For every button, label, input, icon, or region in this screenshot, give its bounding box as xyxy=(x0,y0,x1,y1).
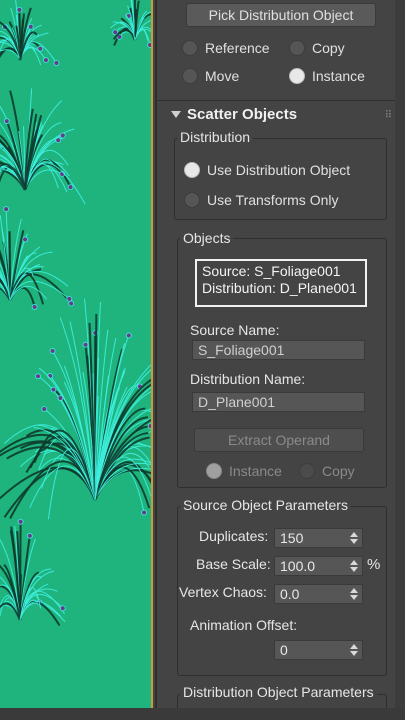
radio-reference[interactable]: Reference xyxy=(182,40,270,56)
animation-offset-spinner[interactable]: 0 xyxy=(274,640,363,660)
distribution-group-title: Distribution xyxy=(177,129,254,145)
foliage-bush xyxy=(0,88,86,205)
distribution-name-field[interactable]: D_Plane001 xyxy=(192,392,365,412)
command-panel: Pick Distribution Object Reference Copy … xyxy=(157,0,405,708)
duplicates-spinner[interactable]: 150 xyxy=(274,528,363,548)
extract-radio-copy[interactable]: Copy xyxy=(299,463,355,479)
radio-dot-selected xyxy=(184,162,200,178)
base-scale-spinner[interactable]: 100.0 xyxy=(274,556,363,576)
scatter-objects-rollout-header[interactable]: Scatter Objects ⠿ xyxy=(157,100,395,128)
objects-list-distribution[interactable]: Distribution: D_Plane001 xyxy=(202,280,360,297)
objects-list-source[interactable]: Source: S_Foliage001 xyxy=(202,263,360,280)
foliage-bush xyxy=(0,298,151,520)
vertex-chaos-spinner[interactable]: 0.0 xyxy=(274,584,363,604)
foliage-bush xyxy=(110,0,151,48)
objects-list-box[interactable]: Source: S_Foliage001 Distribution: D_Pla… xyxy=(195,259,367,307)
spinner-arrows-icon[interactable] xyxy=(350,531,358,545)
objects-group-title: Objects xyxy=(180,230,234,246)
distribution-object-parameters-title: Distribution Object Parameters xyxy=(180,684,377,700)
rollout-title: Scatter Objects xyxy=(187,106,298,123)
radio-dot xyxy=(184,192,200,208)
collapse-arrow-icon[interactable] xyxy=(171,111,181,118)
spinner-arrows-icon[interactable] xyxy=(350,559,358,573)
source-name-field[interactable]: S_Foliage001 xyxy=(192,340,365,360)
foliage-scatter-render xyxy=(0,0,151,626)
panel-scrollbar[interactable] xyxy=(395,0,405,708)
radio-dot-selected xyxy=(206,463,222,479)
base-scale-unit: % xyxy=(367,556,381,573)
source-name-label: Source Name: xyxy=(190,322,280,338)
foliage-bush xyxy=(0,206,75,310)
extract-operand-button[interactable]: Extract Operand xyxy=(194,428,364,452)
drag-grip-icon[interactable]: ⠿ xyxy=(385,110,392,121)
pick-distribution-object-button[interactable]: Pick Distribution Object xyxy=(186,3,376,27)
distribution-name-label: Distribution Name: xyxy=(190,371,306,387)
foliage-bush xyxy=(0,0,60,66)
radio-instance[interactable]: Instance xyxy=(289,68,365,84)
foliage-bush xyxy=(0,518,66,626)
radio-dot xyxy=(289,40,305,56)
viewport[interactable] xyxy=(0,0,153,708)
radio-dot-selected xyxy=(289,68,305,84)
source-object-parameters-title: Source Object Parameters xyxy=(180,497,351,513)
vertex-chaos-label: Vertex Chaos: xyxy=(179,584,267,600)
radio-copy[interactable]: Copy xyxy=(289,40,345,56)
spinner-arrows-icon[interactable] xyxy=(350,643,358,657)
duplicates-label: Duplicates: xyxy=(199,528,269,544)
extract-radio-instance[interactable]: Instance xyxy=(206,463,282,479)
bottom-status-strip xyxy=(0,708,405,720)
animation-offset-label: Animation Offset: xyxy=(190,617,298,633)
radio-dot xyxy=(182,40,198,56)
radio-use-transforms-only[interactable]: Use Transforms Only xyxy=(184,192,338,208)
radio-use-distribution-object[interactable]: Use Distribution Object xyxy=(184,162,350,178)
base-scale-label: Base Scale: xyxy=(196,556,271,572)
radio-dot xyxy=(299,463,315,479)
radio-dot xyxy=(182,68,198,84)
spinner-arrows-icon[interactable] xyxy=(350,587,358,601)
radio-move[interactable]: Move xyxy=(182,68,239,84)
